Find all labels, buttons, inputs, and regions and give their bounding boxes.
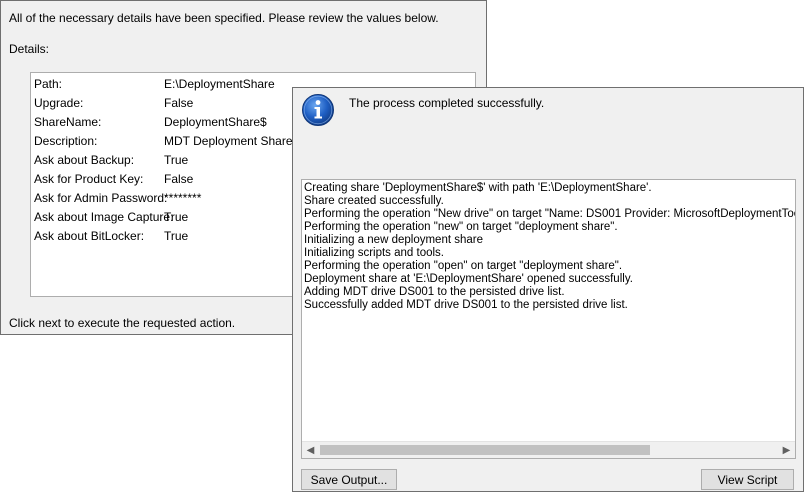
detail-key: Ask for Product Key: xyxy=(34,172,144,186)
detail-key: Path: xyxy=(34,77,63,91)
detail-value: MDT Deployment Share xyxy=(164,134,293,148)
log-line: Initializing scripts and tools. xyxy=(304,247,444,259)
detail-key: Ask about BitLocker: xyxy=(34,229,145,243)
log-line: Initializing a new deployment share xyxy=(304,234,483,246)
scrollbar-thumb[interactable] xyxy=(320,445,650,455)
detail-value: True xyxy=(164,210,189,224)
log-line: Performing the operation "New drive" on … xyxy=(304,208,796,220)
detail-value: True xyxy=(164,153,189,167)
details-label: Details: xyxy=(9,42,50,56)
detail-key: Description: xyxy=(34,134,98,148)
detail-key: Ask about Image Capture: xyxy=(34,210,174,224)
detail-key: Upgrade: xyxy=(34,96,84,110)
summary-intro-text: All of the necessary details have been s… xyxy=(9,11,439,25)
horizontal-scrollbar[interactable]: ◀ ▶ xyxy=(302,441,795,458)
log-line: Deployment share at 'E:\DeploymentShare'… xyxy=(304,273,633,285)
detail-value: False xyxy=(164,96,194,110)
log-line: Successfully added MDT drive DS001 to th… xyxy=(304,299,628,311)
output-log-lines: Creating share 'DeploymentShare$' with p… xyxy=(304,182,796,312)
detail-value: False xyxy=(164,172,194,186)
detail-key: Ask for Admin Password: xyxy=(34,191,168,205)
detail-value: True xyxy=(164,229,189,243)
log-line: Creating share 'DeploymentShare$' with p… xyxy=(304,182,652,194)
log-line: Adding MDT drive DS001 to the persisted … xyxy=(304,286,565,298)
scroll-left-icon[interactable]: ◀ xyxy=(302,442,319,458)
detail-value: ******** xyxy=(164,191,202,205)
completion-message: The process completed successfully. xyxy=(349,96,545,110)
detail-value: DeploymentShare$ xyxy=(164,115,267,129)
detail-key: ShareName: xyxy=(34,115,102,129)
detail-value: E:\DeploymentShare xyxy=(164,77,275,91)
information-icon xyxy=(301,93,335,127)
output-log[interactable]: Creating share 'DeploymentShare$' with p… xyxy=(301,179,796,459)
summary-footer-text: Click next to execute the requested acti… xyxy=(9,316,236,330)
detail-key: Ask about Backup: xyxy=(34,153,135,167)
completion-window: The process completed successfully. Crea… xyxy=(292,87,804,492)
view-script-button[interactable]: View Script xyxy=(701,469,794,490)
scroll-right-icon[interactable]: ▶ xyxy=(778,442,795,458)
log-line: Share created successfully. xyxy=(304,195,444,207)
log-line: Performing the operation "open" on targe… xyxy=(304,260,623,272)
save-output-button[interactable]: Save Output... xyxy=(301,469,397,490)
log-line: Performing the operation "new" on target… xyxy=(304,221,618,233)
